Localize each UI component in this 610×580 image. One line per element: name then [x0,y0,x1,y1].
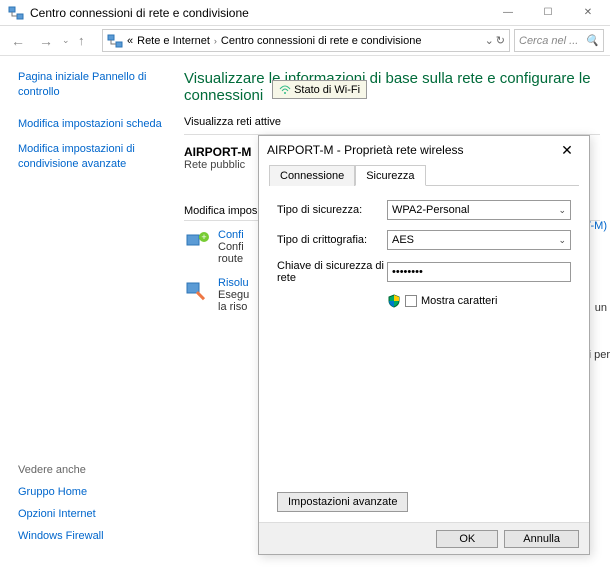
forward-button[interactable]: → [34,29,58,53]
show-characters-label[interactable]: Mostra caratteri [421,295,497,307]
troubleshoot-link[interactable]: Risolu [218,277,249,289]
advanced-settings-button[interactable]: Impostazioni avanzate [277,492,408,512]
network-key-field[interactable]: •••••••• [387,262,571,282]
sidebar-item-advanced-sharing[interactable]: Modifica impostazioni di condivisione av… [18,142,170,172]
tab-security[interactable]: Sicurezza [355,165,425,186]
network-sharing-icon [107,33,123,49]
sidebar-item-home[interactable]: Pagina iniziale Pannello di controllo [18,70,170,100]
sidebar: Pagina iniziale Pannello di controllo Mo… [0,56,180,580]
network-key-label: Chiave di sicurezza di rete [277,260,387,284]
sidebar-item-homegroup[interactable]: Gruppo Home [18,486,104,498]
close-button[interactable]: ✕ [568,0,608,26]
search-input[interactable]: Cerca nel ... 🔍 [514,29,604,52]
history-dropdown-icon[interactable]: ⌄ [62,35,74,46]
breadcrumb[interactable]: « Rete e Internet › Centro connessioni d… [102,29,510,52]
text-fragment: un [595,302,607,314]
window-titlebar: Centro connessioni di rete e condivision… [0,0,610,26]
new-connection-desc: Confi route [218,241,244,265]
uac-shield-icon [387,294,401,308]
sidebar-item-adapter-settings[interactable]: Modifica impostazioni scheda [18,118,170,130]
security-type-select[interactable]: WPA2-Personal ⌄ [387,200,571,220]
address-bar: ← → ⌄ ↑ « Rete e Internet › Centro conne… [0,26,610,56]
window-controls: — ☐ ✕ [488,0,608,26]
show-characters-checkbox[interactable] [405,295,417,307]
minimize-button[interactable]: — [488,0,528,26]
new-connection-link[interactable]: Confi [218,229,244,241]
breadcrumb-item[interactable]: Rete e Internet [137,35,210,47]
encryption-type-select[interactable]: AES ⌄ [387,230,571,250]
wifi-state-tooltip: Stato di Wi-Fi [272,80,367,99]
chevron-down-icon: ⌄ [558,205,566,216]
sidebar-item-firewall[interactable]: Windows Firewall [18,530,104,542]
address-dropdown-icon[interactable]: ⌄ [485,34,494,47]
up-button[interactable]: ↑ [78,33,98,48]
dialog-close-button[interactable]: ✕ [553,140,581,160]
search-placeholder: Cerca nel ... [519,35,578,47]
dialog-title: AIRPORT-M - Proprietà rete wireless [267,143,553,157]
page-title: Visualizzare le informazioni di base sul… [184,70,600,104]
dialog-titlebar: AIRPORT-M - Proprietà rete wireless ✕ [259,136,589,164]
encryption-type-value: AES [392,234,414,246]
maximize-button[interactable]: ☐ [528,0,568,26]
wireless-properties-dialog: AIRPORT-M - Proprietà rete wireless ✕ Co… [258,135,590,555]
troubleshoot-icon [184,277,212,305]
breadcrumb-prefix: « [127,35,133,47]
encryption-type-label: Tipo di crittografia: [277,234,387,246]
back-button[interactable]: ← [6,29,30,53]
active-networks-heading: Visualizza reti attive [184,116,600,128]
svg-text:+: + [201,232,206,242]
cancel-button[interactable]: Annulla [504,530,579,548]
chevron-down-icon: ⌄ [558,235,566,246]
sidebar-item-internet-options[interactable]: Opzioni Internet [18,508,104,520]
search-icon: 🔍 [585,34,599,47]
sidebar-see-also-heading: Vedere anche [18,464,104,476]
ok-button[interactable]: OK [436,530,498,548]
network-sharing-icon [8,5,24,21]
network-key-value: •••••••• [392,266,423,278]
troubleshoot-desc: Esegu la riso [218,289,249,313]
refresh-icon[interactable]: ↻ [496,34,505,47]
breadcrumb-item[interactable]: Centro connessioni di rete e condivision… [221,35,422,47]
tab-connection[interactable]: Connessione [269,165,355,186]
new-connection-icon: + [184,229,212,257]
window-title: Centro connessioni di rete e condivision… [30,6,488,20]
chevron-right-icon: › [214,36,217,46]
security-type-label: Tipo di sicurezza: [277,204,387,216]
security-type-value: WPA2-Personal [392,204,469,216]
